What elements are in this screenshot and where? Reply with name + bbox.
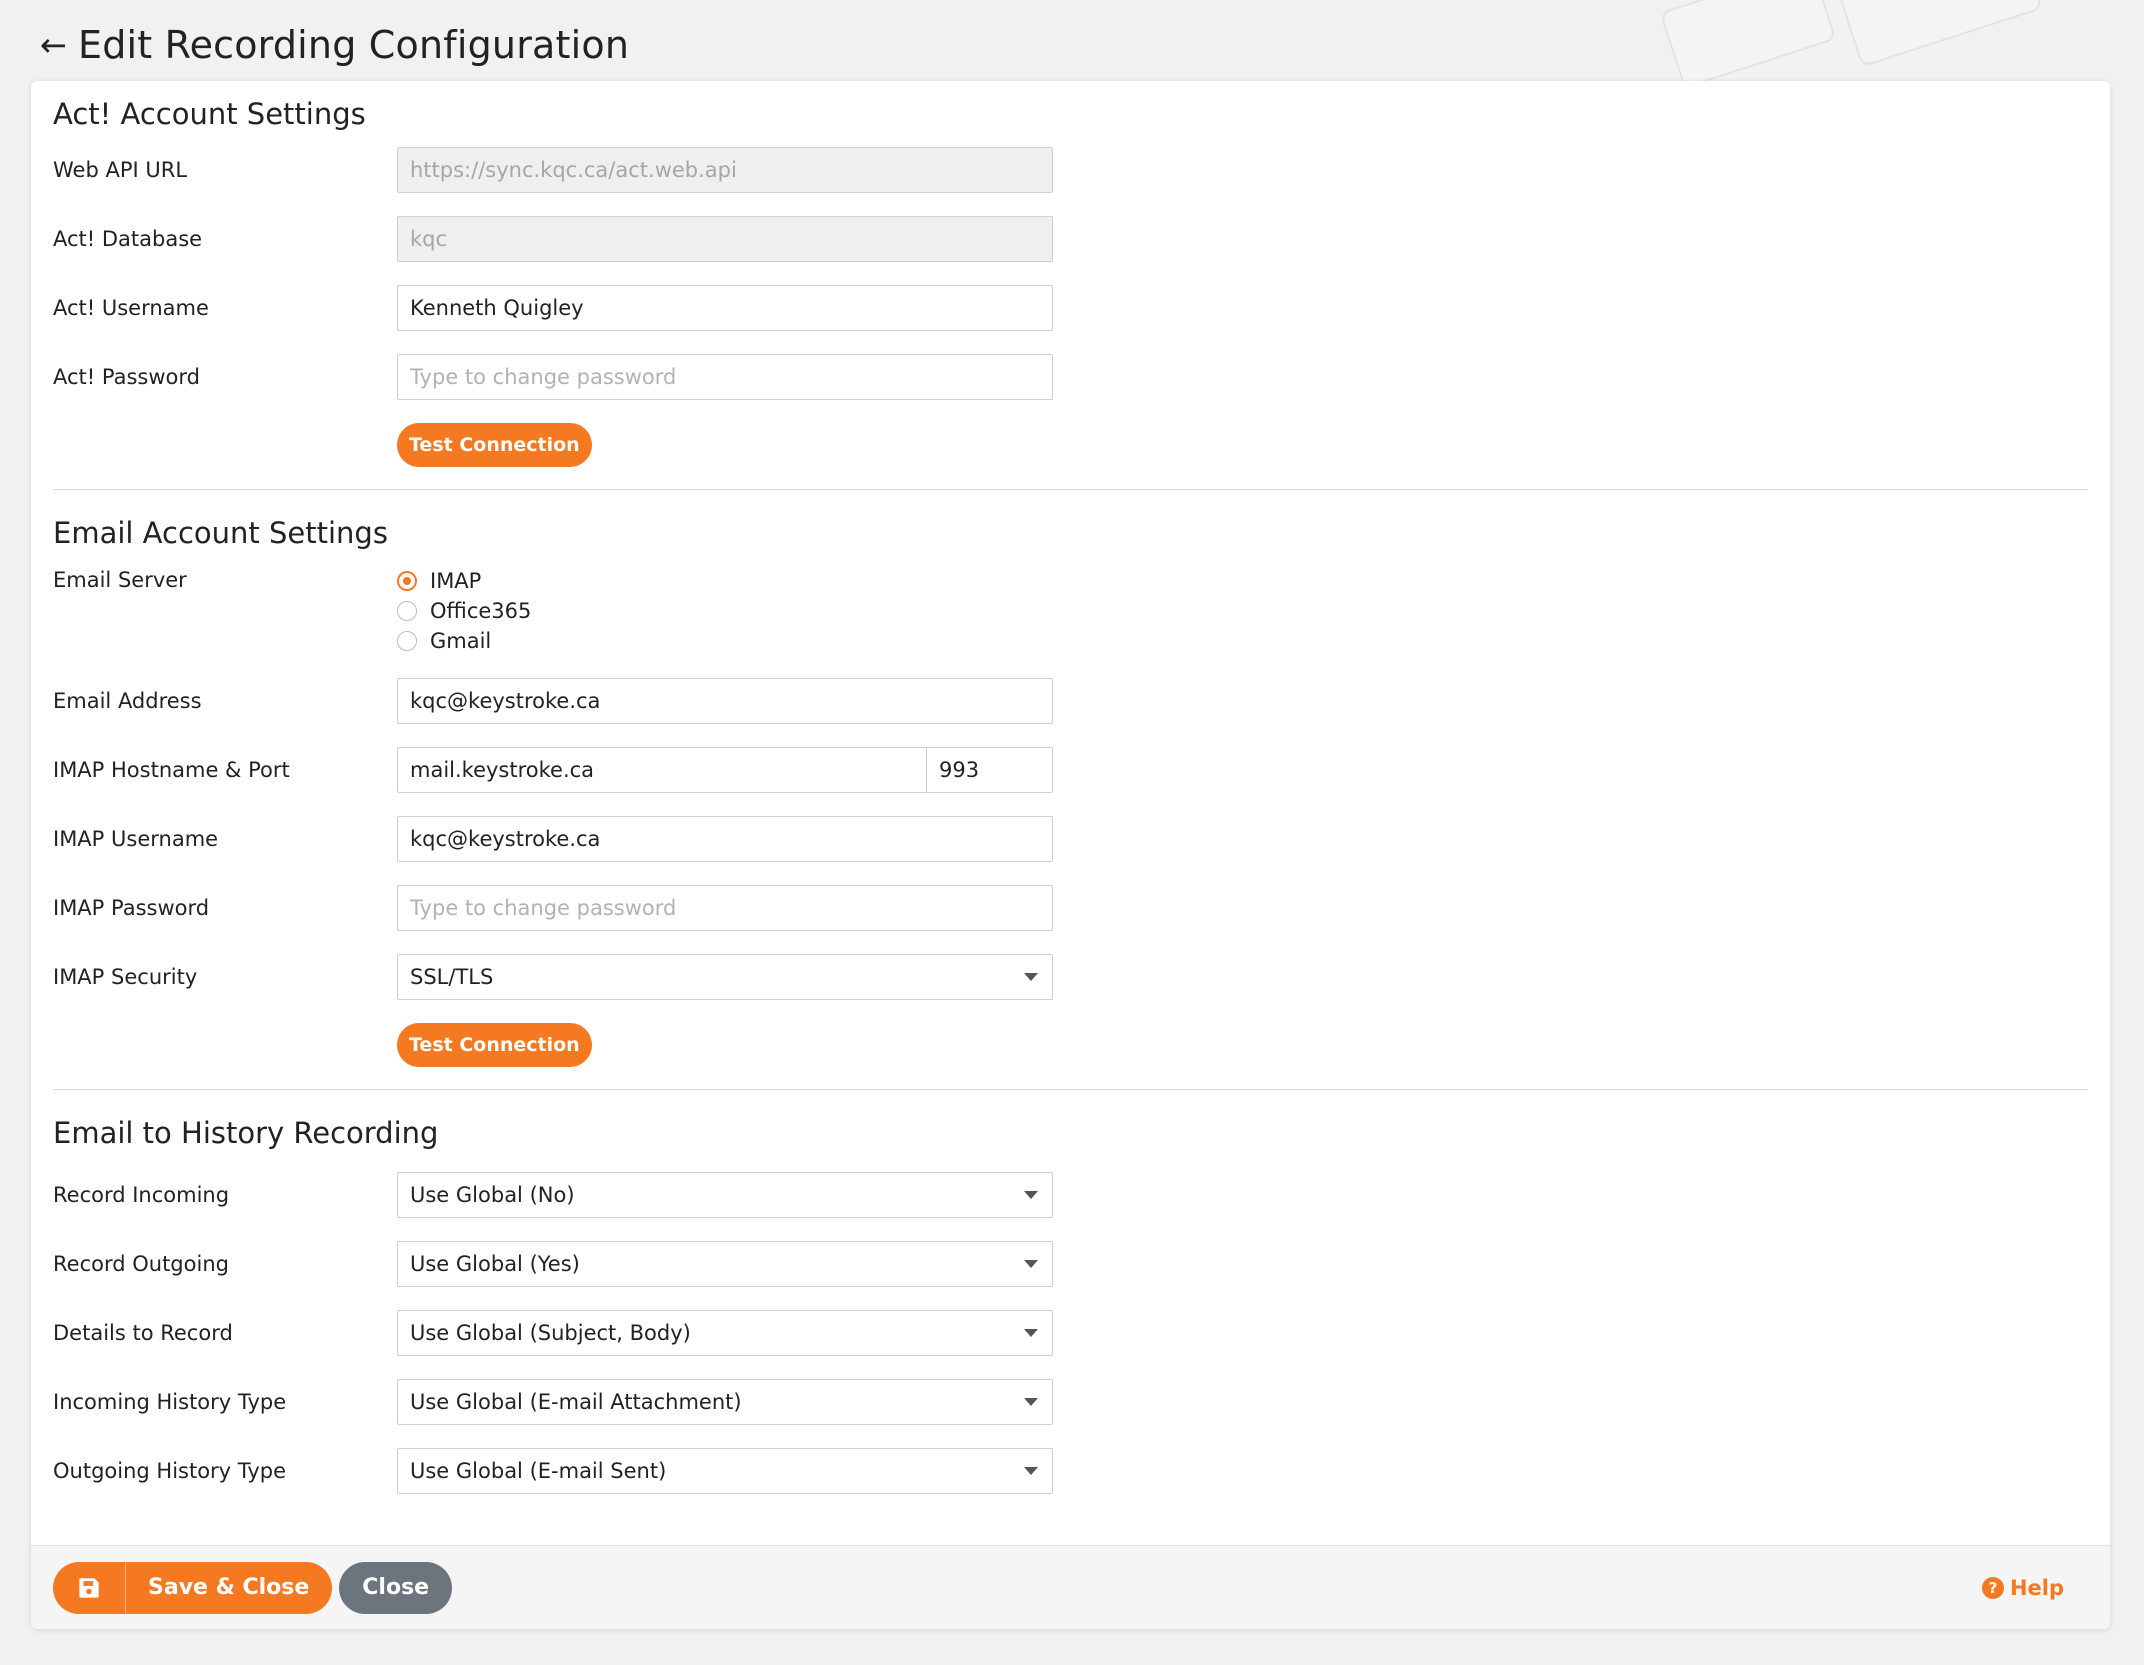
save-and-close-label: Save & Close <box>148 1575 310 1600</box>
close-button[interactable]: Close <box>339 1561 453 1614</box>
imap-username-field[interactable]: kqc@keystroke.ca <box>397 816 1053 862</box>
form-row-act-database: Act! Database kqc <box>53 216 2088 262</box>
form-row-email-server: Email Server IMAP Office365 Gmail <box>53 566 2088 656</box>
act-username-label: Act! Username <box>53 296 209 320</box>
email-test-row: Test Connection <box>397 1023 2088 1067</box>
outgoing-history-type-select[interactable]: Use Global (E-mail Sent) <box>397 1448 1053 1494</box>
caret-down-icon <box>1024 1260 1038 1268</box>
form-row-email-address: Email Address kqc@keystroke.ca <box>53 678 2088 724</box>
section-divider <box>53 489 2088 490</box>
form-row-act-password: Act! Password <box>53 354 2088 400</box>
caret-down-icon <box>1024 1191 1038 1199</box>
record-outgoing-value: Use Global (Yes) <box>410 1252 580 1276</box>
config-card: Act! Account Settings Web API URL https:… <box>31 81 2110 1629</box>
imap-username-label: IMAP Username <box>53 827 219 851</box>
form-row-imap-password: IMAP Password <box>53 885 2088 931</box>
email-server-label: Email Server <box>53 568 187 592</box>
details-to-record-select[interactable]: Use Global (Subject, Body) <box>397 1310 1053 1356</box>
record-outgoing-label: Record Outgoing <box>53 1252 229 1276</box>
background-key-shape <box>1837 0 2043 68</box>
form-row-incoming-history-type: Incoming History Type Use Global (E-mail… <box>53 1379 2088 1425</box>
question-circle-icon: ? <box>1981 1576 2004 1599</box>
form-row-imap-security: IMAP Security SSL/TLS <box>53 954 2088 1000</box>
form-row-imap-username: IMAP Username kqc@keystroke.ca <box>53 816 2088 862</box>
page-header: ← Edit Recording Configuration <box>40 20 629 70</box>
form-row-imap-host-port: IMAP Hostname & Port mail.keystroke.ca 9… <box>53 747 2088 793</box>
email-server-radio-group: IMAP Office365 Gmail <box>397 566 531 656</box>
outgoing-history-type-label: Outgoing History Type <box>53 1459 287 1483</box>
caret-down-icon <box>1024 1467 1038 1475</box>
email-test-connection-button[interactable]: Test Connection <box>397 1023 592 1067</box>
radio-checked-icon[interactable] <box>397 571 417 591</box>
record-incoming-label: Record Incoming <box>53 1183 230 1207</box>
imap-password-label: IMAP Password <box>53 896 210 920</box>
radio-label-gmail: Gmail <box>430 629 492 653</box>
incoming-history-type-select[interactable]: Use Global (E-mail Attachment) <box>397 1379 1053 1425</box>
arrow-left-icon[interactable]: ← <box>40 29 78 61</box>
radio-unchecked-icon[interactable] <box>397 631 417 651</box>
incoming-history-type-value: Use Global (E-mail Attachment) <box>410 1390 742 1414</box>
act-test-row: Test Connection <box>397 423 2088 467</box>
caret-down-icon <box>1024 1329 1038 1337</box>
imap-host-port-group: mail.keystroke.ca 993 <box>397 747 1053 793</box>
web-api-url-field: https://sync.kqc.ca/act.web.api <box>397 147 1053 193</box>
record-incoming-select[interactable]: Use Global (No) <box>397 1172 1053 1218</box>
help-label: Help <box>2009 1575 2064 1600</box>
floppy-disk-icon <box>53 1561 126 1614</box>
section-title-act: Act! Account Settings <box>53 97 366 131</box>
save-and-close-button[interactable]: Save & Close <box>53 1561 333 1614</box>
email-address-field[interactable]: kqc@keystroke.ca <box>397 678 1053 724</box>
caret-down-icon <box>1024 1398 1038 1406</box>
section-title-history: Email to History Recording <box>53 1116 439 1150</box>
imap-host-port-label: IMAP Hostname & Port <box>53 758 290 782</box>
act-password-label: Act! Password <box>53 365 200 389</box>
imap-hostname-field[interactable]: mail.keystroke.ca <box>397 747 926 793</box>
radio-option-imap[interactable]: IMAP <box>397 566 531 596</box>
form-row-details-to-record: Details to Record Use Global (Subject, B… <box>53 1310 2088 1356</box>
form-row-record-incoming: Record Incoming Use Global (No) <box>53 1172 2088 1218</box>
section-divider <box>53 1089 2088 1090</box>
details-to-record-value: Use Global (Subject, Body) <box>410 1321 691 1345</box>
details-to-record-label: Details to Record <box>53 1321 233 1345</box>
form-row-web-api-url: Web API URL https://sync.kqc.ca/act.web.… <box>53 147 2088 193</box>
imap-security-select[interactable]: SSL/TLS <box>397 954 1053 1000</box>
caret-down-icon <box>1024 973 1038 981</box>
card-footer: Save & Close Close ? Help <box>31 1545 2110 1629</box>
record-incoming-value: Use Global (No) <box>410 1183 575 1207</box>
act-password-field[interactable] <box>397 354 1053 400</box>
radio-unchecked-icon[interactable] <box>397 601 417 621</box>
imap-password-field[interactable] <box>397 885 1053 931</box>
radio-label-office365: Office365 <box>430 599 532 623</box>
radio-label-imap: IMAP <box>430 569 482 593</box>
email-address-label: Email Address <box>53 689 202 713</box>
act-username-field[interactable]: Kenneth Quigley <box>397 285 1053 331</box>
act-database-label: Act! Database <box>53 227 203 251</box>
incoming-history-type-label: Incoming History Type <box>53 1390 287 1414</box>
web-api-url-label: Web API URL <box>53 158 188 182</box>
section-title-email: Email Account Settings <box>53 516 388 550</box>
radio-option-gmail[interactable]: Gmail <box>397 626 531 656</box>
record-outgoing-select[interactable]: Use Global (Yes) <box>397 1241 1053 1287</box>
form-row-record-outgoing: Record Outgoing Use Global (Yes) <box>53 1241 2088 1287</box>
act-test-connection-button[interactable]: Test Connection <box>397 423 592 467</box>
radio-option-office365[interactable]: Office365 <box>397 596 531 626</box>
act-database-field: kqc <box>397 216 1053 262</box>
imap-security-label: IMAP Security <box>53 965 198 989</box>
page-title: Edit Recording Configuration <box>78 23 630 67</box>
outgoing-history-type-value: Use Global (E-mail Sent) <box>410 1459 667 1483</box>
form-row-outgoing-history-type: Outgoing History Type Use Global (E-mail… <box>53 1448 2088 1494</box>
help-link[interactable]: ? Help <box>1981 1575 2064 1600</box>
background-key-shape <box>1659 0 1837 89</box>
form-row-act-username: Act! Username Kenneth Quigley <box>53 285 2088 331</box>
imap-port-field[interactable]: 993 <box>926 747 1053 793</box>
imap-security-value: SSL/TLS <box>410 965 494 989</box>
